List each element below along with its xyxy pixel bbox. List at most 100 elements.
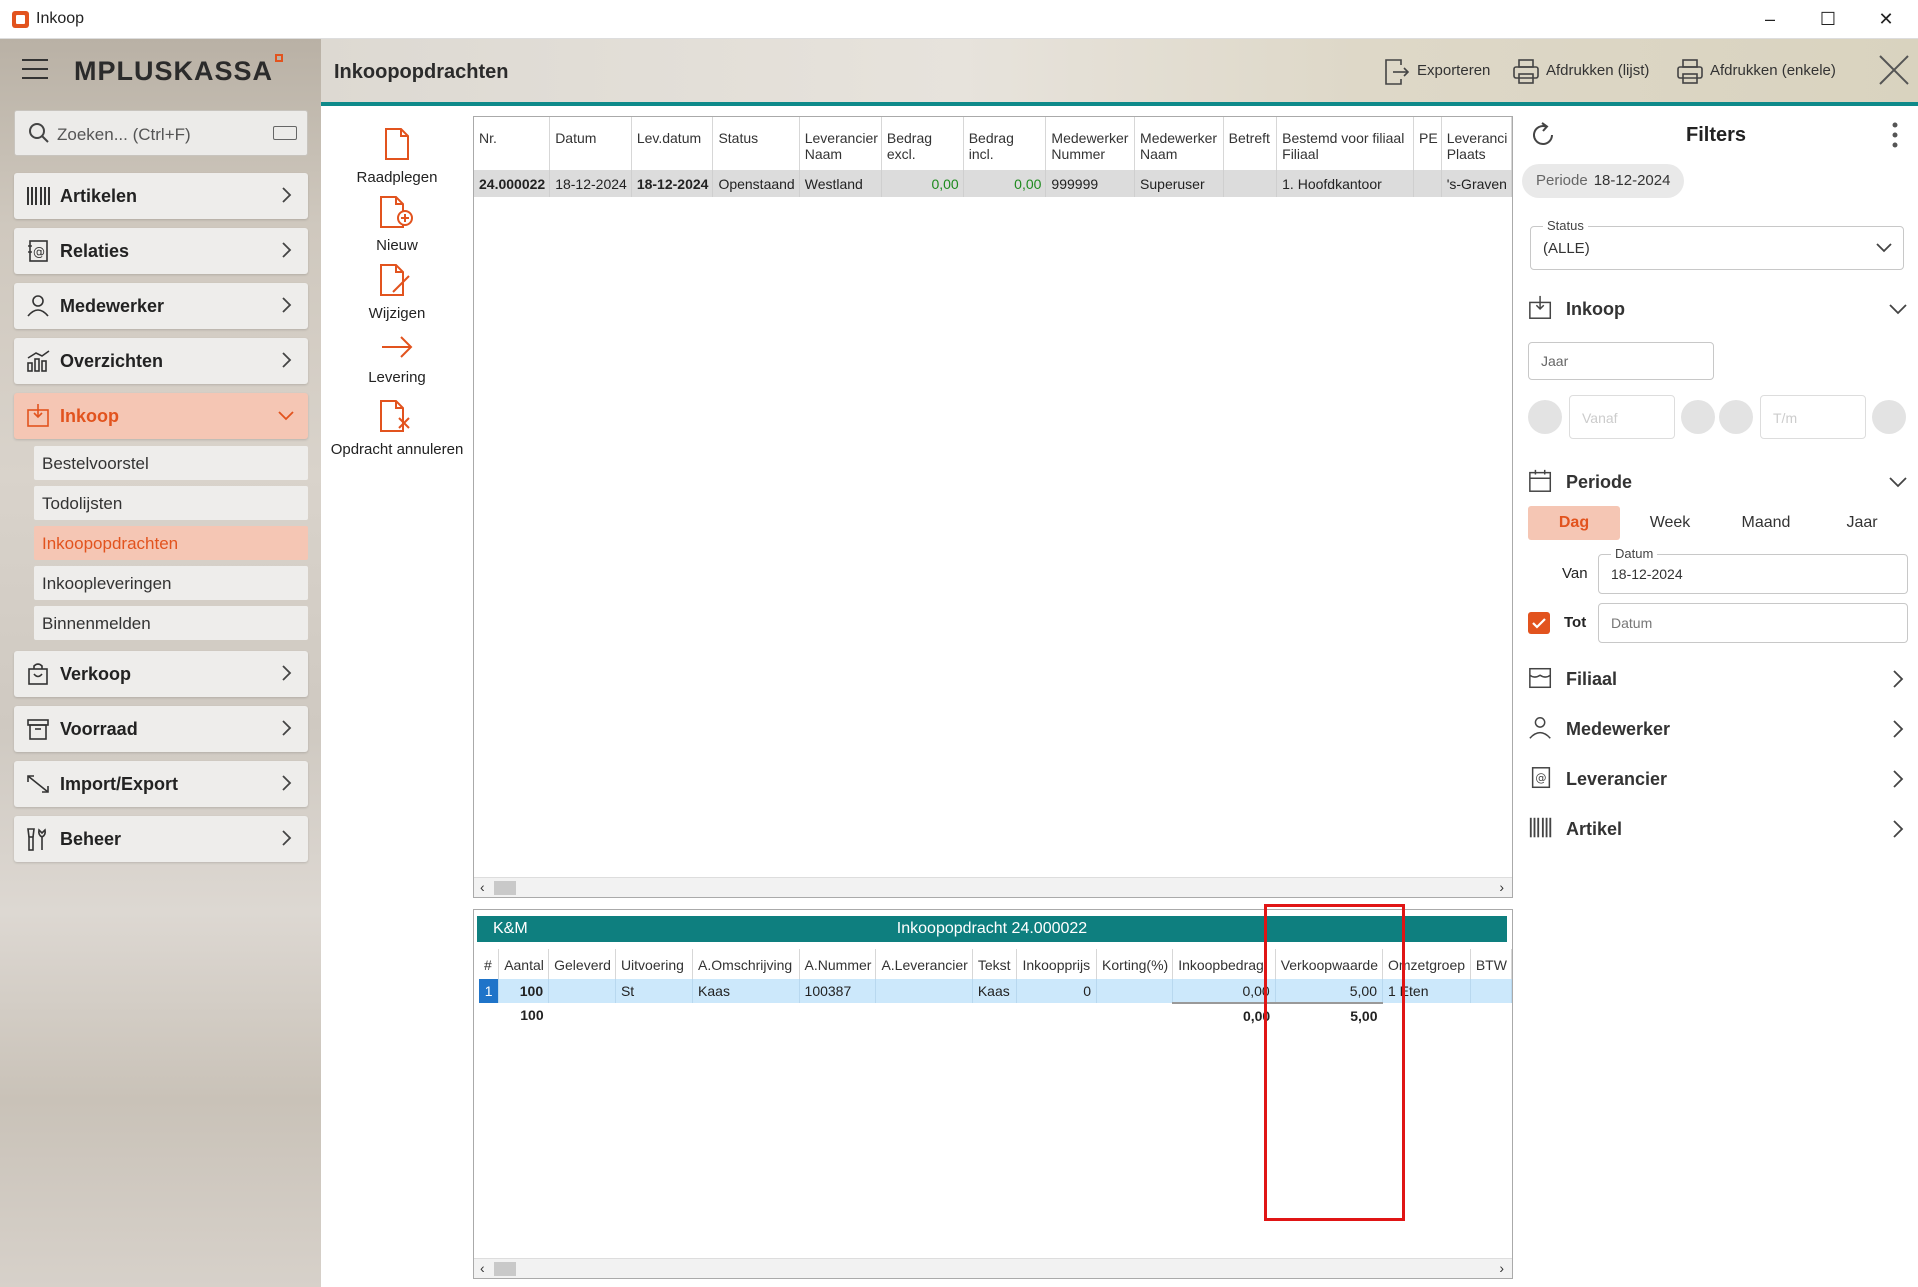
col-header[interactable]: BTW [1470, 949, 1513, 979]
cell[interactable]: 1 [479, 979, 500, 1003]
nav-relaties[interactable]: @ Relaties [14, 228, 308, 274]
col-header[interactable]: Nr. [474, 117, 551, 170]
periode-section[interactable]: Periode [1528, 466, 1908, 500]
nav-overzichten[interactable]: Overzichten [14, 338, 308, 384]
horizontal-scrollbar[interactable]: ‹ › [474, 1258, 1512, 1278]
col-header[interactable]: Bedrag excl. [881, 117, 964, 170]
col-header[interactable]: Bestemd voor filiaal Filiaal [1276, 117, 1415, 170]
col-header[interactable]: Tekst [972, 949, 1018, 979]
cell[interactable]: 0,00 [881, 170, 964, 197]
cell[interactable]: 1. Hoofdkantoor [1276, 170, 1415, 197]
scroll-thumb[interactable] [494, 881, 516, 895]
cell[interactable]: Kaas [972, 979, 1018, 1003]
cell[interactable]: 100 [498, 979, 550, 1003]
vanaf-input[interactable]: Vanaf [1569, 395, 1675, 439]
nav-artikelen[interactable]: Artikelen [14, 173, 308, 219]
wijzigen-button[interactable]: Wijzigen [330, 262, 464, 322]
close-window-button[interactable]: ✕ [1857, 0, 1915, 39]
menu-icon[interactable] [22, 59, 48, 79]
scroll-right-icon[interactable]: › [1499, 1260, 1504, 1276]
col-header[interactable]: Status [712, 117, 800, 170]
segment-dag[interactable]: Dag [1528, 506, 1620, 540]
col-header[interactable]: # [479, 949, 500, 979]
table-row[interactable]: 24.000022 18-12-2024 18-12-2024 Openstaa… [474, 170, 1513, 197]
cell[interactable] [1413, 170, 1442, 197]
subnav-binnenmelden[interactable]: Binnenmelden [34, 606, 308, 640]
subnav-bestelvoorstel[interactable]: Bestelvoorstel [34, 446, 308, 480]
col-header[interactable]: Korting(%) [1096, 949, 1174, 979]
export-button[interactable]: Exporteren [1383, 57, 1493, 87]
nav-import-export[interactable]: Import/Export [14, 761, 308, 807]
cell[interactable] [875, 979, 973, 1003]
raadplegen-button[interactable]: Raadplegen [330, 126, 464, 186]
segment-week[interactable]: Week [1624, 506, 1716, 540]
cell[interactable]: 0 [1016, 979, 1098, 1003]
tot-checkbox[interactable] [1528, 612, 1550, 634]
cell[interactable]: Superuser [1134, 170, 1224, 197]
cell[interactable]: Kaas [692, 979, 800, 1003]
cell[interactable]: Westland [799, 170, 882, 197]
cell[interactable] [1470, 979, 1513, 1003]
van-date-input[interactable]: Datum 18-12-2024 [1598, 546, 1908, 594]
horizontal-scrollbar[interactable]: ‹ › [474, 877, 1512, 897]
col-header[interactable]: Leverancier Naam [799, 117, 882, 170]
col-header[interactable]: Betreft [1223, 117, 1278, 170]
nav-medewerker[interactable]: Medewerker [14, 283, 308, 329]
col-header[interactable]: Uitvoering [615, 949, 694, 979]
period-chip[interactable]: Periode 18-12-2024 [1522, 164, 1685, 198]
jaar-input[interactable]: Jaar [1528, 342, 1714, 380]
col-header[interactable]: Leveranci Plaats [1441, 117, 1513, 170]
cell[interactable] [1223, 170, 1278, 197]
filiaal-section[interactable]: Filiaal [1528, 663, 1908, 697]
col-header[interactable]: A.Omschrijving [692, 949, 800, 979]
minimize-button[interactable]: – [1741, 0, 1799, 39]
keyboard-icon[interactable] [273, 126, 297, 140]
artikel-section[interactable]: Artikel [1528, 813, 1908, 847]
more-options-icon[interactable] [1888, 120, 1902, 150]
col-header[interactable]: Inkoopprijs [1016, 949, 1098, 979]
nav-beheer[interactable]: Beheer [14, 816, 308, 862]
opdracht-annuleren-button[interactable]: Opdracht annuleren [330, 398, 464, 458]
scroll-thumb[interactable] [494, 1262, 516, 1276]
maximize-button[interactable]: ☐ [1799, 0, 1857, 39]
print-single-button[interactable]: Afdrukken (enkele) [1676, 57, 1846, 87]
levering-button[interactable]: Levering [330, 332, 464, 386]
segment-jaar[interactable]: Jaar [1816, 506, 1908, 540]
col-header[interactable]: A.Nummer [799, 949, 877, 979]
search-input[interactable]: Zoeken... (Ctrl+F) [14, 110, 308, 156]
close-page-icon[interactable] [1877, 53, 1911, 87]
decrement-button[interactable] [1528, 400, 1562, 434]
nieuw-button[interactable]: Nieuw [330, 194, 464, 254]
scroll-left-icon[interactable]: ‹ [480, 1260, 485, 1276]
cell[interactable]: St [615, 979, 694, 1003]
cell[interactable]: 18-12-2024 [631, 170, 714, 197]
scroll-left-icon[interactable]: ‹ [480, 879, 485, 895]
tot-date-input[interactable]: Datum [1598, 603, 1908, 643]
medewerker-section[interactable]: Medewerker [1528, 713, 1908, 747]
cell[interactable] [1096, 979, 1174, 1003]
increment-button[interactable] [1681, 400, 1715, 434]
col-header[interactable]: Medewerker Naam [1134, 117, 1224, 170]
cell[interactable]: 999999 [1045, 170, 1136, 197]
status-select[interactable]: Status (ALLE) [1530, 218, 1904, 270]
print-list-button[interactable]: Afdrukken (lijst) [1512, 57, 1662, 87]
inkoop-section[interactable]: Inkoop [1528, 293, 1908, 327]
nav-inkoop[interactable]: Inkoop [14, 393, 308, 439]
col-header[interactable]: Lev.datum [631, 117, 714, 170]
decrement-button[interactable] [1719, 400, 1753, 434]
nav-verkoop[interactable]: Verkoop [14, 651, 308, 697]
col-header[interactable]: Bedrag incl. [963, 117, 1047, 170]
cell[interactable]: 100387 [799, 979, 877, 1003]
cell[interactable]: Openstaand [712, 170, 800, 197]
col-header[interactable]: Aantal [498, 949, 550, 979]
tm-input[interactable]: T/m [1760, 395, 1866, 439]
cell[interactable]: 24.000022 [474, 170, 551, 197]
subnav-inkoopopdrachten[interactable]: Inkoopopdrachten [34, 526, 308, 560]
leverancier-section[interactable]: @ Leverancier [1528, 763, 1908, 797]
cell[interactable]: 's-Graven [1441, 170, 1513, 197]
col-header[interactable]: Inkoopbedrag [1172, 949, 1276, 979]
increment-button[interactable] [1872, 400, 1906, 434]
cell[interactable] [548, 979, 616, 1003]
col-header[interactable]: Medewerker Nummer [1045, 117, 1136, 170]
col-header[interactable]: Geleverd [548, 949, 616, 979]
